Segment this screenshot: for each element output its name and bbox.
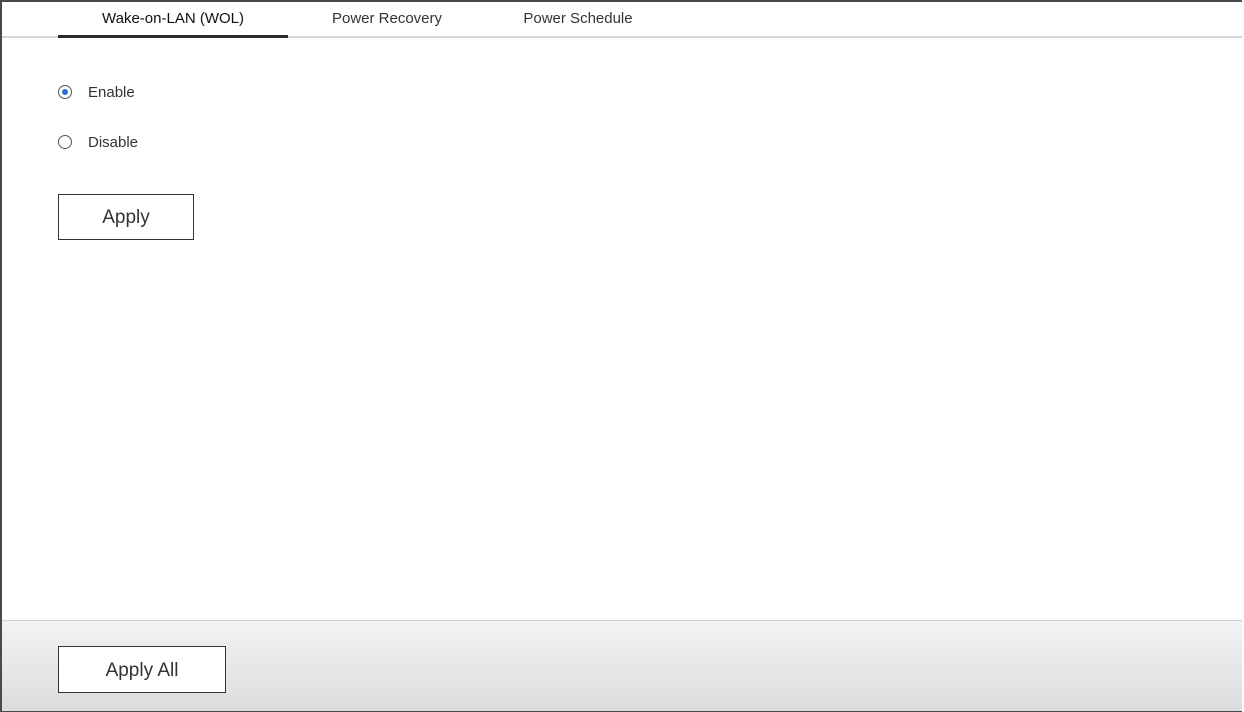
enable-radio[interactable] xyxy=(58,85,72,99)
disable-label: Disable xyxy=(88,133,139,151)
settings-panel: Wake-on-LAN (WOL) Power Recovery Power S… xyxy=(0,0,1242,712)
disable-option[interactable]: Disable xyxy=(58,132,138,152)
tab-power-schedule[interactable]: Power Schedule xyxy=(508,9,648,36)
enable-option[interactable]: Enable xyxy=(58,82,135,102)
tab-power-recovery[interactable]: Power Recovery xyxy=(314,9,460,36)
tab-wake-on-lan[interactable]: Wake-on-LAN (WOL) xyxy=(58,9,288,38)
disable-radio[interactable] xyxy=(58,135,72,149)
apply-all-button[interactable]: Apply All xyxy=(58,646,226,693)
footer-bar: Apply All xyxy=(2,620,1242,711)
enable-label: Enable xyxy=(88,83,135,101)
tab-bar: Wake-on-LAN (WOL) Power Recovery Power S… xyxy=(2,2,1242,38)
apply-button[interactable]: Apply xyxy=(58,194,194,240)
